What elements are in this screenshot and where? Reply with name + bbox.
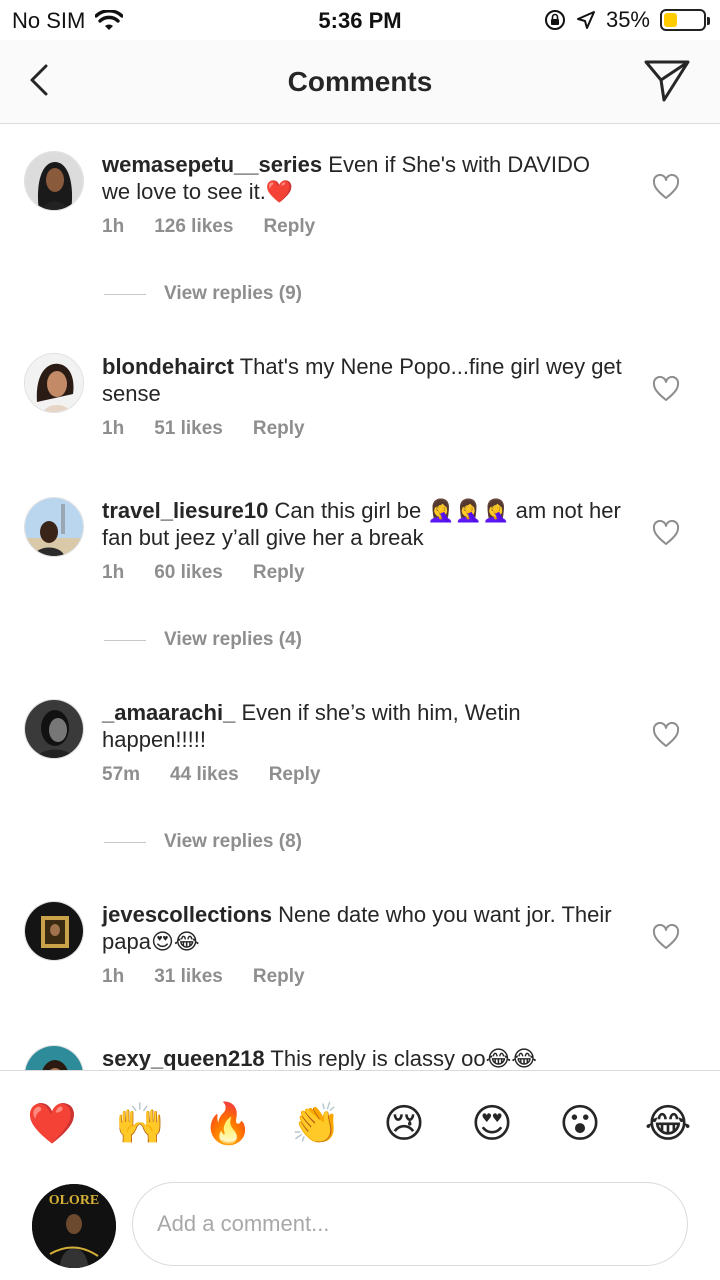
comment-meta: 57m 44 likes Reply	[102, 764, 320, 786]
comment-meta: 1h 31 likes Reply	[102, 966, 305, 988]
view-replies-button[interactable]: View replies (4)	[104, 629, 302, 651]
avatar[interactable]	[24, 1045, 84, 1070]
comment-input[interactable]	[132, 1182, 688, 1266]
comment-text-block: _amaarachi_ Even if she’s with him, Weti…	[102, 699, 622, 753]
comment-time: 57m	[102, 764, 141, 785]
heart-icon[interactable]	[652, 722, 680, 748]
direct-message-icon[interactable]	[642, 56, 692, 104]
comment-text: This reply is classy oo😂😂	[270, 1046, 537, 1070]
comment-username[interactable]: jevescollections	[102, 902, 272, 927]
comment-text-block: wemasepetu__series Even if She's with DA…	[102, 151, 622, 205]
avatar-logo-text: OLORE	[49, 1193, 100, 1208]
status-bar: No SIM 5:36 PM 35%	[0, 0, 720, 40]
view-replies-label[interactable]: View replies (8)	[164, 831, 302, 853]
divider-line	[104, 639, 146, 641]
comment-time: 1h	[102, 216, 125, 237]
page-title: Comments	[287, 66, 433, 97]
comment-username[interactable]: wemasepetu__series	[102, 152, 322, 177]
battery-icon	[660, 9, 710, 31]
comment-time: 1h	[102, 562, 125, 583]
current-user-avatar: OLORE	[32, 1184, 116, 1268]
comment-username[interactable]: blondehairct	[102, 354, 234, 379]
emoji-heart-button[interactable]: ❤️	[22, 1104, 82, 1144]
comment-text-block: jevescollections Nene date who you want …	[102, 901, 622, 955]
comment-input-bar: OLORE	[0, 1176, 720, 1280]
heart-icon[interactable]	[652, 520, 680, 546]
heart-icon[interactable]	[652, 376, 680, 402]
comment-time: 1h	[102, 966, 125, 987]
avatar[interactable]	[24, 699, 84, 759]
orientation-lock-icon	[544, 10, 565, 30]
battery-fill	[664, 13, 678, 27]
view-replies-label[interactable]: View replies (9)	[164, 283, 302, 305]
avatar[interactable]	[24, 497, 84, 557]
comment-text-block: sexy_queen218 This reply is classy oo😂😂	[102, 1045, 622, 1070]
avatar[interactable]	[24, 901, 84, 961]
emoji-cry-button[interactable]: 😢	[374, 1104, 434, 1144]
view-replies-label[interactable]: View replies (4)	[164, 629, 302, 651]
emoji-fire-button[interactable]: 🔥	[198, 1104, 258, 1144]
battery-percent: 35%	[605, 7, 650, 32]
comments-list[interactable]: wemasepetu__series Even if She's with DA…	[0, 125, 720, 1070]
heart-icon[interactable]	[652, 924, 680, 950]
reply-button[interactable]: Reply	[253, 418, 305, 440]
comment-likes[interactable]: 44 likes	[170, 764, 239, 786]
avatar[interactable]	[24, 353, 84, 413]
status-right: 35%	[544, 7, 710, 33]
emoji-laughing-button[interactable]: 😂	[638, 1104, 698, 1144]
reply-button[interactable]: Reply	[269, 764, 321, 786]
comment-meta: 1h 60 likes Reply	[102, 562, 305, 584]
reply-button[interactable]: Reply	[253, 966, 305, 988]
comment-text-block: travel_liesure10 Can this girl be 🤦‍♀️🤦‍…	[102, 497, 622, 551]
emoji-heart-eyes-button[interactable]: 😍	[462, 1104, 522, 1144]
reply-button[interactable]: Reply	[263, 216, 315, 238]
comment-username[interactable]: _amaarachi_	[102, 700, 235, 725]
emoji-surprised-button[interactable]: 😮	[550, 1104, 610, 1144]
divider-line	[104, 841, 146, 843]
avatar[interactable]	[24, 151, 84, 211]
comment-username[interactable]: sexy_queen218	[102, 1046, 265, 1070]
comment-likes[interactable]: 126 likes	[154, 216, 233, 238]
comment-likes[interactable]: 51 likes	[154, 418, 223, 440]
heart-icon[interactable]	[652, 174, 680, 200]
emoji-clap-button[interactable]: 👏	[286, 1104, 346, 1144]
view-replies-button[interactable]: View replies (8)	[104, 831, 302, 853]
comment-meta: 1h 51 likes Reply	[102, 418, 305, 440]
comment-time: 1h	[102, 418, 125, 439]
comment-username[interactable]: travel_liesure10	[102, 498, 268, 523]
view-replies-button[interactable]: View replies (9)	[104, 283, 302, 305]
comment-likes[interactable]: 31 likes	[154, 966, 223, 988]
comment-meta: 1h 126 likes Reply	[102, 216, 315, 238]
comment-likes[interactable]: 60 likes	[154, 562, 223, 584]
divider-line	[104, 293, 146, 295]
comment-text-block: blondehairct That's my Nene Popo...fine …	[102, 353, 622, 407]
reply-button[interactable]: Reply	[253, 562, 305, 584]
emoji-quick-bar: ❤️ 🙌 🔥 👏 😢 😍 😮 😂	[0, 1070, 720, 1176]
location-arrow-icon	[576, 11, 595, 29]
header: Comments	[0, 40, 720, 124]
emoji-raised-hands-button[interactable]: 🙌	[110, 1104, 170, 1144]
